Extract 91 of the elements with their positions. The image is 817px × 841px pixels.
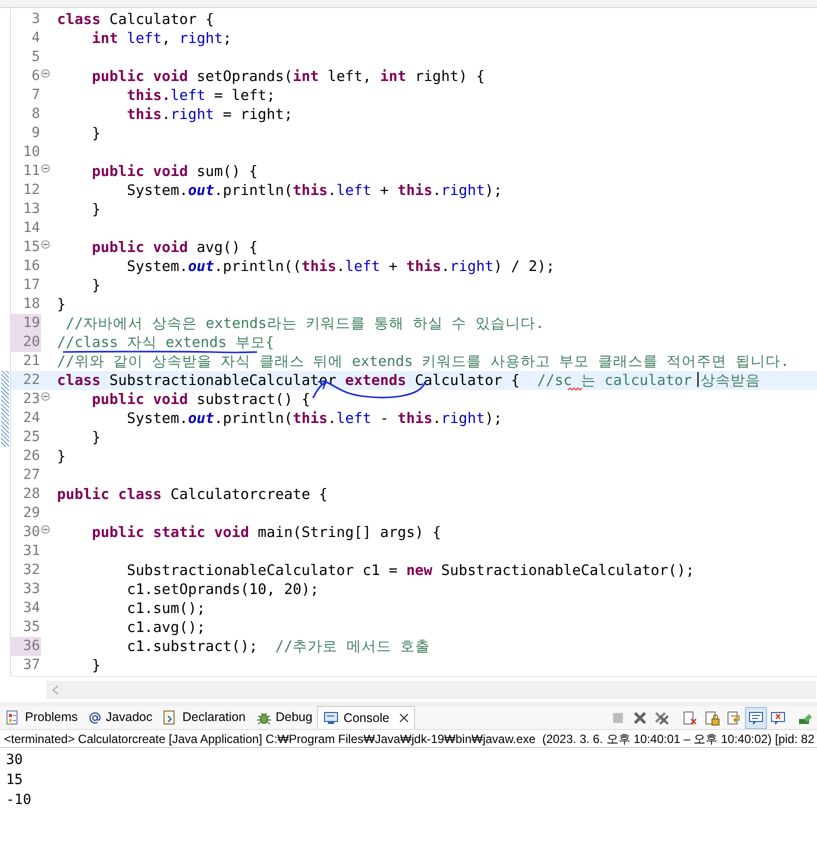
clear-console-icon bbox=[682, 710, 698, 726]
console-icon bbox=[323, 710, 340, 726]
line-number: 31 bbox=[23, 542, 40, 561]
line-number: 21 bbox=[23, 352, 40, 371]
code-line: c1.substract(); //추가로 메서드 호출 bbox=[126, 638, 430, 654]
line-number: 7 bbox=[32, 86, 40, 105]
code-line: } bbox=[57, 448, 66, 464]
line-number: 12 bbox=[23, 181, 40, 200]
line-number: 8 bbox=[32, 105, 40, 124]
code-line: c1.sum(); bbox=[126, 600, 206, 616]
code-line: System.out.println(this.left - this.right); bbox=[126, 410, 502, 426]
console-output-icon bbox=[748, 710, 764, 726]
view-tab[interactable]: Problems bbox=[0, 706, 83, 729]
code-line: class Calculator { bbox=[57, 12, 214, 28]
remove-all-icon bbox=[654, 710, 670, 726]
code-line: public void sum() { bbox=[90, 164, 258, 180]
at-sign-icon bbox=[88, 710, 102, 724]
code-line: c1.avg(); bbox=[126, 620, 206, 636]
line-number: 28 bbox=[23, 485, 40, 504]
code-line: } bbox=[57, 296, 66, 312]
line-number: 3 bbox=[32, 10, 40, 29]
console-error-icon bbox=[770, 710, 786, 726]
code-line: this.left = left; bbox=[126, 88, 276, 104]
line-number: 15 bbox=[23, 238, 40, 257]
line-number: 5 bbox=[32, 48, 40, 67]
console-output-line: 15 bbox=[6, 771, 24, 790]
line-number: 20 bbox=[23, 333, 40, 352]
line-number: 4 bbox=[32, 29, 40, 48]
remove-icon bbox=[632, 710, 648, 726]
line-number: 36 bbox=[23, 637, 40, 656]
code-line: public class Calculatorcreate { bbox=[57, 486, 328, 502]
code-line: //자바에서 상속은 extends라는 키워드를 통해 하실 수 있습니다. bbox=[64, 316, 544, 332]
code-line: } bbox=[90, 278, 101, 294]
code-line: SubstractionableCalculator c1 = new SubstractionableCalculator(); bbox=[126, 562, 694, 578]
lock-icon bbox=[704, 710, 720, 726]
code-line: public static void main(String[] args) { bbox=[90, 524, 442, 540]
code-line: } bbox=[90, 430, 101, 446]
line-number: 9 bbox=[32, 124, 40, 143]
view-tab[interactable]: Debug bbox=[250, 706, 318, 729]
line-number: 19 bbox=[23, 314, 40, 333]
line-number: 10 bbox=[23, 143, 40, 162]
fold-collapse-icon[interactable] bbox=[41, 164, 50, 173]
word-wrap-icon bbox=[726, 710, 742, 726]
line-number: 33 bbox=[23, 580, 40, 599]
toolbar-button[interactable] bbox=[745, 707, 767, 729]
line-number: 26 bbox=[23, 447, 40, 466]
code-line: int left, right; bbox=[90, 30, 232, 46]
view-tab[interactable]: Declaration bbox=[157, 706, 251, 729]
code-line: System.out.println((this.left + this.right) / 2); bbox=[126, 258, 555, 274]
console-output-line: 30 bbox=[6, 751, 24, 770]
line-number: 16 bbox=[23, 257, 40, 276]
console-output-line: -10 bbox=[6, 791, 32, 810]
code-line: } bbox=[90, 202, 101, 218]
fold-collapse-icon[interactable] bbox=[41, 240, 50, 249]
close-icon[interactable] bbox=[399, 713, 410, 723]
line-number: 22 bbox=[23, 371, 40, 390]
code-line: public void avg() { bbox=[90, 240, 258, 256]
code-line: //위와 같이 상속받을 자식 클래스 뒤에 extends 키워드를 사용하고 부모 클래스를 적어주면 됩니다. bbox=[57, 354, 790, 370]
line-number: 23 bbox=[23, 390, 40, 409]
line-number: 32 bbox=[23, 561, 40, 580]
code-line: c1.setOprands(10, 20); bbox=[126, 582, 319, 598]
code-line: } bbox=[90, 658, 101, 674]
line-number: 24 bbox=[23, 409, 40, 428]
spelling-squiggle bbox=[568, 387, 582, 391]
code-line: public void substract() { bbox=[90, 392, 310, 408]
line-number: 18 bbox=[23, 295, 40, 314]
line-number: 17 bbox=[23, 276, 40, 295]
code-line: class SubstractionableCalculator extends Calculator { //sc 는 calculator 상속받음 bbox=[57, 372, 761, 388]
line-number: 27 bbox=[23, 466, 40, 485]
view-tab[interactable]: Javadoc bbox=[82, 706, 158, 729]
code-line: this.right = right; bbox=[126, 106, 293, 122]
code-line: //class 자식 extends 부모{ bbox=[57, 334, 274, 350]
line-number: 11 bbox=[23, 162, 40, 181]
line-number: 30 bbox=[23, 523, 40, 542]
fold-collapse-icon[interactable] bbox=[41, 525, 50, 534]
line-number: 14 bbox=[23, 219, 40, 238]
line-number: 25 bbox=[23, 428, 40, 447]
fold-collapse-icon[interactable] bbox=[41, 392, 50, 401]
code-line: public void setOprands(int left, int right) { bbox=[90, 68, 485, 84]
code-line: System.out.println(this.left + this.right); bbox=[126, 182, 502, 198]
code-line: } bbox=[90, 126, 101, 142]
line-number: 29 bbox=[23, 504, 40, 523]
stop-icon bbox=[610, 710, 626, 726]
fold-collapse-icon[interactable] bbox=[41, 69, 50, 78]
line-number: 34 bbox=[23, 599, 40, 618]
line-number: 35 bbox=[23, 618, 40, 637]
view-tab[interactable]: Console bbox=[317, 706, 416, 729]
line-number: 6 bbox=[32, 67, 40, 86]
line-number: 13 bbox=[23, 200, 40, 219]
line-number: 37 bbox=[23, 656, 40, 675]
console-status: <terminated> Calculatorcreate [Java Application] C:₩Program Files₩Java₩jdk-19₩bin₩javaw.exe (2023. 3. 6. 오후 10:40:01 – 오후 10:40:02) [pid: 82 bbox=[0, 730, 817, 748]
